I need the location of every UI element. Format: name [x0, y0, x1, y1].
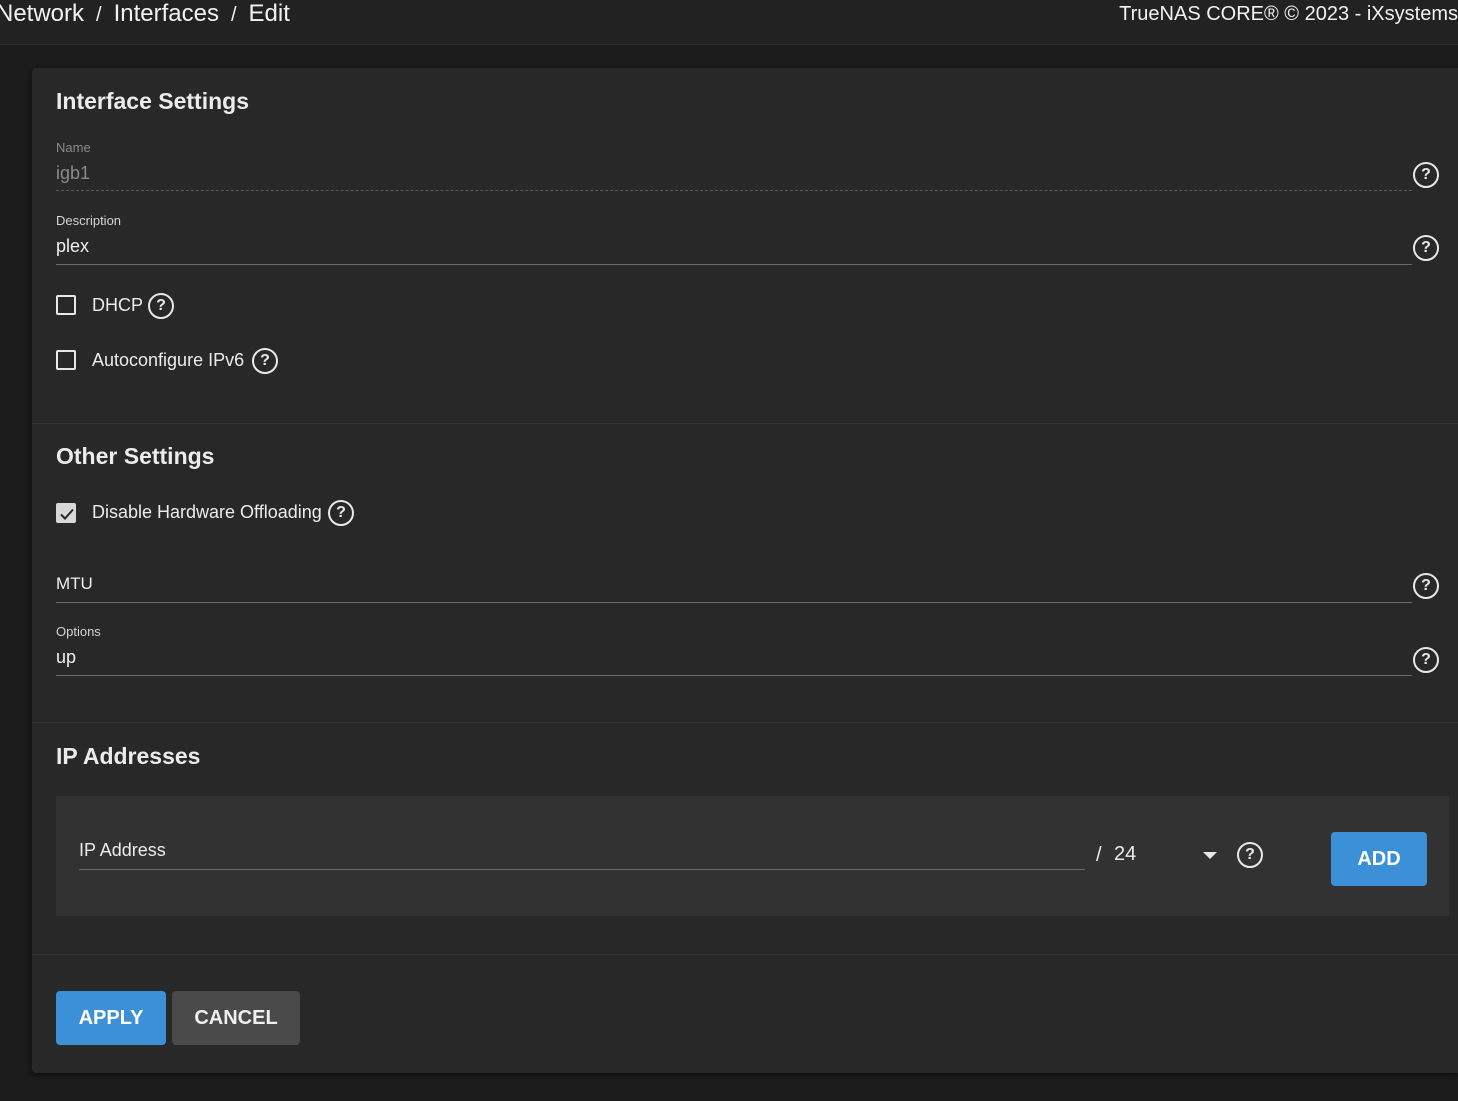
- help-icon[interactable]: ?: [252, 348, 278, 374]
- help-icon[interactable]: ?: [148, 293, 174, 319]
- description-field-underline: [56, 264, 1412, 265]
- dhcp-checkbox[interactable]: [56, 295, 76, 315]
- breadcrumb-separator: /: [230, 4, 237, 26]
- help-icon[interactable]: ?: [1413, 647, 1439, 673]
- help-icon[interactable]: ?: [1237, 842, 1263, 868]
- interface-edit-form: Interface Settings Name igb1 ? Descripti…: [32, 68, 1458, 1073]
- help-icon[interactable]: ?: [1413, 573, 1439, 599]
- autoconfigure-ipv6-checkbox[interactable]: [56, 350, 76, 370]
- name-field: igb1: [56, 163, 91, 183]
- breadcrumb-item-interfaces[interactable]: Interfaces: [114, 0, 219, 27]
- apply-button[interactable]: APPLY: [56, 991, 166, 1045]
- breadcrumb-item-network[interactable]: Network: [0, 0, 84, 27]
- breadcrumb-separator: /: [96, 4, 102, 26]
- dhcp-label[interactable]: DHCP: [92, 295, 143, 316]
- other-settings-title: Other Settings: [56, 443, 215, 469]
- breadcrumb-item-edit: Edit: [248, 0, 290, 27]
- section-divider: [32, 423, 1458, 424]
- netmask-select[interactable]: 24: [1114, 843, 1136, 866]
- breadcrumb: Network / Interfaces / Edit: [0, 0, 290, 29]
- caret-down-icon[interactable]: [1203, 852, 1217, 859]
- copyright-text[interactable]: TrueNAS CORE® © 2023 - iXsystems: [1119, 2, 1458, 26]
- mtu-field-underline: [56, 602, 1412, 603]
- netmask-separator: /: [1096, 844, 1102, 866]
- top-bar: Network / Interfaces / Edit TrueNAS CORE® © …: [0, 0, 1458, 45]
- ip-address-row: IP Address / 24 ? ADD: [56, 796, 1449, 916]
- options-field-label: Options: [56, 624, 101, 639]
- disable-hw-offloading-checkbox[interactable]: [56, 503, 76, 523]
- section-divider: [32, 722, 1458, 723]
- help-icon[interactable]: ?: [328, 500, 354, 526]
- name-field-label: Name: [56, 140, 91, 155]
- cancel-button[interactable]: CANCEL: [172, 991, 300, 1045]
- options-field[interactable]: up: [56, 647, 76, 668]
- options-field-underline: [56, 675, 1412, 676]
- ip-address-underline: [79, 869, 1085, 870]
- ip-addresses-title: IP Addresses: [56, 743, 201, 769]
- help-icon[interactable]: ?: [1413, 235, 1439, 261]
- section-divider: [32, 954, 1458, 955]
- description-field[interactable]: plex: [56, 236, 89, 257]
- help-icon[interactable]: ?: [1413, 162, 1439, 188]
- interface-settings-title: Interface Settings: [56, 88, 249, 114]
- add-ip-address-button[interactable]: ADD: [1331, 832, 1427, 886]
- name-field-underline: [56, 190, 1412, 191]
- autoconfigure-ipv6-label[interactable]: Autoconfigure IPv6: [92, 350, 244, 371]
- ip-address-field[interactable]: IP Address: [79, 840, 166, 861]
- mtu-field-label: MTU: [56, 574, 93, 593]
- description-field-label: Description: [56, 213, 122, 228]
- disable-hw-offloading-label[interactable]: Disable Hardware Offloading: [92, 502, 322, 523]
- checkmark-icon: [60, 508, 74, 520]
